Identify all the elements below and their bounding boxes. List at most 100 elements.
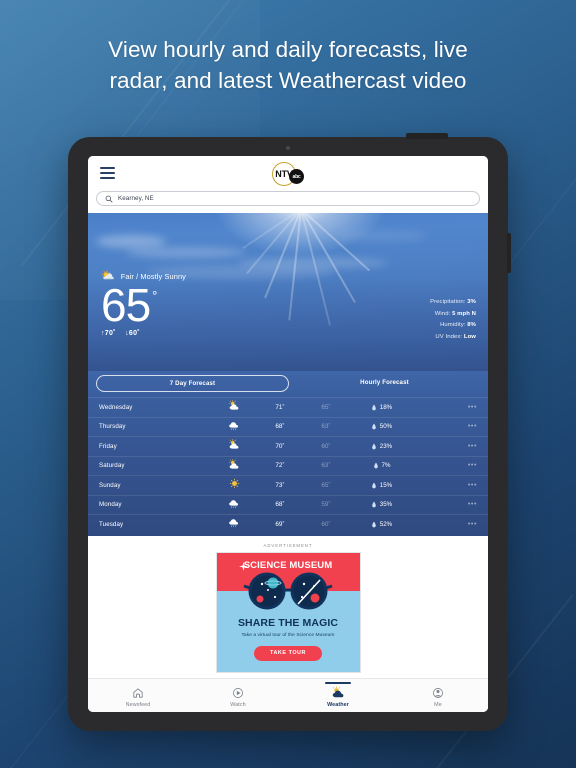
current-conditions-block: ⛅ Fair / Mostly Sunny 65 ° ↑70˚ ↓60˚	[101, 271, 186, 337]
raindrop-icon	[371, 443, 376, 450]
rain-cloud-icon	[211, 517, 257, 531]
detail-label: Humidity:	[440, 322, 466, 328]
forecast-low: 63˚	[321, 462, 331, 470]
forecast-row[interactable]: Saturday 72˚ 63˚ 7% •••	[88, 455, 488, 476]
forecast-precip: 35%	[349, 501, 415, 508]
location-search-input[interactable]: Kearney, NE	[96, 191, 480, 206]
detail-humidity: Humidity: 8%	[430, 322, 476, 328]
current-temperature: 65 °	[101, 279, 186, 331]
detail-value: 3%	[467, 299, 476, 305]
nav-item-weather[interactable]: Weather	[288, 682, 388, 708]
rain-cloud-icon	[211, 420, 257, 434]
current-temp-value: 65	[101, 279, 151, 331]
forecast-day: Tuesday	[99, 520, 124, 528]
sun-cloud-icon	[288, 686, 388, 699]
play-circle-icon	[188, 686, 288, 699]
forecast-row[interactable]: Friday 70˚ 60˚ 23% •••	[88, 436, 488, 456]
device-side-button	[507, 233, 511, 273]
forecast-day: Sunday	[99, 481, 121, 489]
forecast-precip: 52%	[349, 521, 415, 528]
low-temp: ↓60˚	[125, 329, 140, 337]
promo-headline-line1: View hourly and daily forecasts, live	[108, 37, 468, 62]
forecast-day: Saturday	[99, 462, 125, 470]
ntv-abc-logo[interactable]: NTV abc	[272, 161, 304, 186]
sun-icon	[211, 478, 257, 492]
forecast-precip-value: 50%	[379, 423, 393, 431]
forecast-row-more-button[interactable]: •••	[415, 404, 477, 411]
forecast-precip-value: 23%	[379, 442, 393, 450]
raindrop-icon	[371, 404, 376, 411]
nav-item-watch[interactable]: Watch	[188, 683, 288, 708]
raindrop-icon	[371, 501, 376, 508]
current-details-list: Precipitation: 3% Wind: 5 mph N Humidity…	[430, 299, 476, 345]
forecast-day: Wednesday	[99, 403, 133, 411]
forecast-row-list: Wednesday 71˚ 65˚ 18% ••• Thursday 68˚ 63˚ 50% ••…	[88, 397, 488, 534]
forecast-precip: 18%	[349, 404, 415, 411]
forecast-row[interactable]: Monday 68˚ 59˚ 35% •••	[88, 494, 488, 515]
forecast-row-more-button[interactable]: •••	[415, 462, 477, 469]
promo-headline: View hourly and daily forecasts, live ra…	[0, 34, 576, 96]
raindrop-icon	[371, 423, 376, 430]
forecast-row-more-button[interactable]: •••	[415, 443, 477, 450]
forecast-precip-value: 35%	[379, 501, 393, 509]
forecast-tabs: 7 Day Forecast Hourly Forecast	[88, 371, 488, 397]
detail-label: Wind:	[434, 310, 451, 317]
raindrop-icon	[373, 462, 378, 469]
forecast-low: 65˚	[321, 403, 331, 411]
tablet-device-frame: NTV abc Kearney, NE ⛅ Fair / Mostly Sunn…	[68, 133, 511, 731]
sun-cloud-icon	[211, 400, 257, 414]
forecast-row[interactable]: Thursday 68˚ 63˚ 50% •••	[88, 416, 488, 437]
person-icon	[388, 686, 488, 699]
app-header: NTV abc	[88, 156, 488, 191]
forecast-panel: 7 Day Forecast Hourly Forecast Wednesday…	[88, 371, 488, 536]
detail-label: Precipitation:	[430, 299, 466, 305]
device-top-button	[406, 133, 448, 139]
search-icon	[105, 195, 113, 203]
forecast-day: Monday	[99, 501, 122, 509]
tab-7-day-forecast[interactable]: 7 Day Forecast	[96, 375, 289, 392]
space-glasses-icon	[243, 572, 333, 609]
forecast-high: 73˚	[275, 481, 285, 489]
forecast-precip: 23%	[349, 443, 415, 450]
forecast-row[interactable]: Sunday 73˚ 65˚ 15% •••	[88, 475, 488, 495]
home-icon	[88, 686, 188, 699]
forecast-row-more-button[interactable]: •••	[415, 521, 477, 528]
abc-logo-text: abc	[289, 169, 304, 184]
sun-cloud-icon	[211, 439, 257, 453]
detail-value: 8%	[467, 322, 476, 328]
nav-label-watch: Watch	[230, 701, 246, 708]
degree-symbol: °	[152, 288, 158, 303]
forecast-precip: 7%	[349, 462, 415, 469]
sun-cloud-icon	[211, 458, 257, 473]
forecast-row-more-button[interactable]: •••	[415, 423, 477, 430]
forecast-high: 68˚	[275, 501, 285, 509]
detail-label: UV Index:	[435, 333, 463, 340]
active-tab-indicator	[325, 682, 351, 685]
tab-hourly-forecast[interactable]: Hourly Forecast	[289, 375, 480, 392]
nav-label-weather: Weather	[327, 701, 349, 708]
ad-bottom-section: SHARE THE MAGIC Take a virtual tour of t…	[216, 572, 360, 672]
advertisement-banner[interactable]: SCIENCE MUSEUM SHARE THE MAGIC Take a vi…	[215, 551, 361, 673]
forecast-precip: 50%	[349, 423, 415, 430]
detail-value: 5 mph N	[452, 310, 476, 317]
detail-value: Low	[463, 333, 476, 340]
hamburger-menu-icon[interactable]	[100, 167, 115, 182]
nav-item-me[interactable]: Me	[388, 683, 488, 708]
forecast-high: 72˚	[275, 462, 285, 470]
forecast-row[interactable]: Tuesday 69˚ 60˚ 52% •••	[88, 514, 488, 534]
current-conditions-hero: ⛅ Fair / Mostly Sunny 65 ° ↑70˚ ↓60˚ Pre…	[88, 213, 488, 371]
detail-uv-index: UV Index: Low	[430, 334, 476, 340]
forecast-row-more-button[interactable]: •••	[415, 501, 477, 508]
high-low-row: ↑70˚ ↓60˚	[101, 330, 186, 337]
forecast-low: 59˚	[321, 501, 331, 509]
forecast-low: 63˚	[321, 423, 331, 431]
forecast-row[interactable]: Wednesday 71˚ 65˚ 18% •••	[88, 397, 488, 417]
nav-item-newsfeed[interactable]: Newsfeed	[88, 683, 188, 708]
forecast-high: 68˚	[275, 423, 285, 431]
forecast-row-more-button[interactable]: •••	[415, 482, 477, 489]
forecast-low: 60˚	[321, 520, 331, 528]
forecast-high: 70˚	[275, 442, 285, 450]
forecast-precip-value: 18%	[379, 403, 393, 411]
forecast-precip-value: 52%	[379, 520, 393, 528]
ad-cta-button[interactable]: TAKE TOUR	[254, 645, 322, 661]
